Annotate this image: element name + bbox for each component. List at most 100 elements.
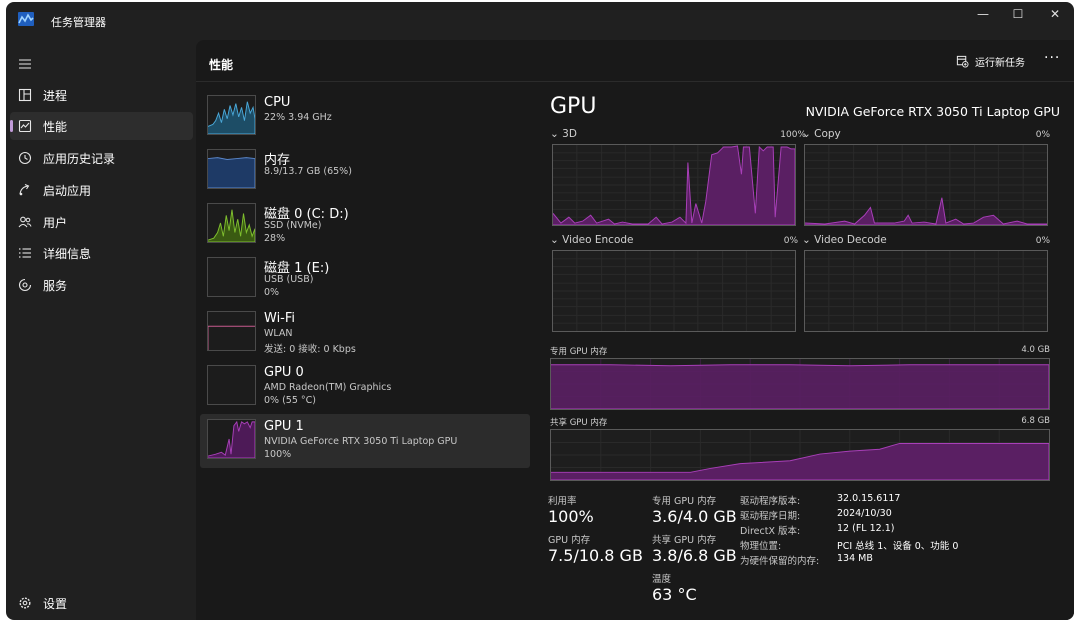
active-indicator — [10, 120, 13, 132]
resource-item-disk-1[interactable]: 磁盘 1 (E:) USB (USB) 0% — [200, 252, 530, 306]
run-new-task-button[interactable]: 运行新任务 — [956, 54, 1025, 69]
cpu-thumbnail-graph — [207, 95, 256, 135]
engine-pct: 100% — [780, 130, 806, 140]
processes-icon — [18, 88, 32, 102]
resource-item-gpu-0[interactable]: GPU 0 AMD Radeon(TM) Graphics 0% (55 °C) — [200, 360, 530, 414]
services-icon — [18, 278, 32, 292]
app-history-icon — [18, 151, 32, 165]
engine-pct: 0% — [1035, 130, 1050, 140]
resource-detail: WLAN — [264, 328, 293, 339]
gpu0-thumbnail-graph — [207, 365, 256, 405]
resource-usage: 0% (55 °C) — [264, 395, 316, 406]
sidebar-item-label: 应用历史记录 — [43, 151, 116, 166]
info-key: 为硬件保留的内存: — [740, 556, 820, 567]
sidebar-item-settings[interactable]: 设置 — [10, 589, 193, 617]
resource-item-disk-0[interactable]: 磁盘 0 (C: D:) SSD (NVMe) 28% — [200, 198, 530, 252]
close-icon: ✕ — [1049, 7, 1061, 21]
resource-name: Wi-Fi — [264, 311, 296, 326]
engine-pct: 0% — [783, 236, 798, 246]
minimize-icon: — — [977, 7, 989, 21]
page-title: 性能 — [209, 58, 234, 72]
sidebar-item-label: 性能 — [43, 119, 68, 134]
engine-copy-selector[interactable]: ⌄ Copy — [802, 128, 841, 140]
resource-item-cpu[interactable]: CPU 22% 3.94 GHz — [200, 90, 530, 144]
info-value: 134 MB — [837, 553, 873, 564]
resource-item-memory[interactable]: 内存 8.9/13.7 GB (65%) — [200, 144, 530, 198]
resource-name: GPU 1 — [264, 419, 304, 434]
shared-memory-stat-label: 共享 GPU 内存 — [652, 535, 717, 546]
shared-memory-max: 6.8 GB — [1021, 416, 1050, 426]
sidebar-item-processes[interactable]: 进程 — [10, 81, 193, 109]
maximize-button[interactable]: ☐ — [999, 2, 1037, 26]
dedicated-memory-graph — [550, 358, 1050, 410]
engine-video-encode-graph — [552, 250, 796, 332]
sidebar-item-label: 进程 — [43, 88, 68, 103]
sidebar: 进程 性能 应用历史记录 启动应用 用户 详细信息 服务 设置 — [6, 46, 196, 620]
hamburger-menu-icon — [19, 59, 31, 69]
temperature-value: 63 °C — [652, 585, 697, 604]
disk0-thumbnail-graph — [207, 203, 256, 243]
sidebar-item-label: 用户 — [43, 215, 68, 230]
resource-detail: NVIDIA GeForce RTX 3050 Ti Laptop GPU — [264, 436, 458, 447]
temperature-label: 温度 — [652, 574, 672, 585]
resource-name: GPU 0 — [264, 365, 304, 380]
hamburger-menu-button[interactable] — [10, 50, 193, 78]
info-value: 32.0.15.6117 — [837, 493, 901, 504]
info-key: DirectX 版本: — [740, 526, 801, 537]
engine-label: Video Decode — [814, 234, 887, 246]
close-button[interactable]: ✕ — [1036, 2, 1074, 26]
engine-label: Copy — [814, 128, 841, 140]
resource-detail: 22% 3.94 GHz — [264, 112, 332, 123]
sidebar-item-details[interactable]: 详细信息 — [10, 239, 193, 267]
resource-usage: 28% — [264, 233, 286, 244]
resource-item-wifi[interactable]: Wi-Fi WLAN 发送: 0 接收: 0 Kbps — [200, 306, 530, 360]
utilization-label: 利用率 — [548, 496, 577, 507]
engine-video-encode-selector[interactable]: ⌄ Video Encode — [550, 234, 634, 246]
info-value: 12 (FL 12.1) — [837, 523, 895, 534]
info-key: 物理位置: — [740, 541, 782, 552]
title-bar[interactable]: 任务管理器 — ☐ ✕ — [6, 2, 1074, 40]
resource-item-gpu-1[interactable]: GPU 1 NVIDIA GeForce RTX 3050 Ti Laptop … — [200, 414, 530, 468]
engine-label: 3D — [562, 128, 577, 140]
more-options-button[interactable]: ··· — [1044, 50, 1060, 66]
memory-thumbnail-graph — [207, 149, 256, 189]
resource-usage: 0% — [264, 287, 280, 298]
engine-video-decode-selector[interactable]: ⌄ Video Decode — [802, 234, 887, 246]
sidebar-item-services[interactable]: 服务 — [10, 271, 193, 299]
gpu-detail-panel: GPU NVIDIA GeForce RTX 3050 Ti Laptop GP… — [548, 90, 1068, 620]
settings-label: 设置 — [43, 596, 68, 611]
resource-detail: 8.9/13.7 GB (65%) — [264, 166, 352, 177]
dedicated-memory-label: 专用 GPU 内存 — [550, 347, 608, 357]
run-task-icon — [956, 55, 969, 68]
task-manager-app-icon — [18, 12, 34, 26]
resource-detail: SSD (NVMe) — [264, 220, 322, 231]
info-value: 2024/10/30 — [837, 508, 892, 519]
disk1-thumbnail-graph — [207, 257, 256, 297]
resource-usage: 100% — [264, 449, 292, 460]
main-header: 性能 运行新任务 ··· — [196, 40, 1074, 82]
task-manager-window: 任务管理器 — ☐ ✕ 进程 性能 应用历史记录 启动应用 用户 详细信息 服务… — [6, 2, 1074, 620]
dedicated-memory-max: 4.0 GB — [1021, 345, 1050, 355]
sidebar-item-startup-apps[interactable]: 启动应用 — [10, 176, 193, 204]
sidebar-item-users[interactable]: 用户 — [10, 208, 193, 236]
run-task-label: 运行新任务 — [975, 58, 1025, 69]
settings-gear-icon — [19, 597, 31, 609]
sidebar-item-performance[interactable]: 性能 — [10, 112, 193, 140]
resource-name: CPU — [264, 95, 291, 110]
engine-copy-graph — [804, 144, 1048, 226]
engine-label: Video Encode — [562, 234, 634, 246]
sidebar-item-label: 详细信息 — [43, 246, 92, 261]
wifi-thumbnail-graph — [207, 311, 256, 351]
main-panel: 性能 运行新任务 ··· CPU 22% 3.94 GHz 内存 8.9/13.… — [196, 40, 1074, 620]
engine-video-decode-graph — [804, 250, 1048, 332]
shared-memory-graph — [550, 429, 1050, 481]
details-icon — [19, 248, 31, 258]
maximize-icon: ☐ — [1012, 7, 1024, 21]
engine-3d-selector[interactable]: ⌄ 3D — [550, 128, 577, 140]
engine-pct: 0% — [1035, 236, 1050, 246]
minimize-button[interactable]: — — [964, 2, 1002, 26]
resource-usage: 发送: 0 接收: 0 Kbps — [264, 344, 356, 355]
sidebar-item-app-history[interactable]: 应用历史记录 — [10, 144, 193, 172]
sidebar-item-label: 启动应用 — [43, 183, 92, 198]
startup-apps-icon — [19, 183, 30, 196]
